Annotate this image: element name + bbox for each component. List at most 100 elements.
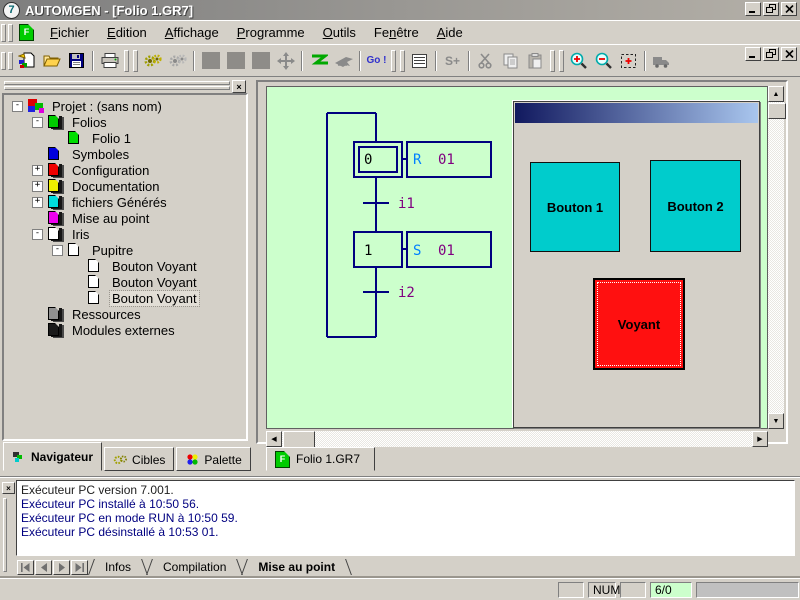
tree-item-modules-externes-14[interactable]: Modules externes: [4, 322, 246, 338]
menu-programme[interactable]: Programme: [228, 23, 314, 42]
grafcet-canvas[interactable]: 0 R01 i1 1 S01 i2 Bouton 1 Bouton 2 Voya…: [266, 86, 768, 429]
compile-button[interactable]: [140, 49, 165, 73]
transition-1-label: i1: [398, 196, 415, 212]
tree-item-label: Symboles: [70, 147, 131, 162]
scroll-down-button[interactable]: ▼: [768, 413, 784, 429]
console-tab-mise-au-point[interactable]: Mise au point: [242, 559, 351, 575]
zoom-in-button[interactable]: [566, 49, 591, 73]
console-drag-handle[interactable]: [3, 498, 11, 570]
status-6-0: 6/0: [650, 582, 692, 598]
menu-affichage[interactable]: Affichage: [156, 23, 228, 42]
tree-item-label: Mise au point: [70, 211, 151, 226]
document-icon: [88, 259, 105, 273]
tree-expander[interactable]: +: [32, 197, 43, 208]
cut-button[interactable]: [473, 49, 498, 73]
square-gray-icon: [202, 52, 220, 69]
pause-button[interactable]: [223, 49, 248, 73]
tree-item-projet-sans-nom-0[interactable]: -Projet : (sans nom): [4, 98, 246, 114]
vertical-scrollbar[interactable]: ▲ ▼: [768, 86, 784, 429]
menu-aide[interactable]: Aide: [428, 23, 472, 42]
step-1-box: [354, 232, 402, 267]
tree-item-bouton-voyant-11[interactable]: Bouton Voyant: [4, 274, 246, 290]
tree-item-fichiers-g-n-r-s-6[interactable]: +fichiers Générés: [4, 194, 246, 210]
list-button[interactable]: [407, 49, 432, 73]
tree-expander[interactable]: -: [32, 117, 43, 128]
restore-button[interactable]: [763, 2, 779, 16]
action-0-operand: 01: [438, 152, 455, 168]
zoom-out-button[interactable]: [591, 49, 616, 73]
console-tab-infos[interactable]: Infos: [89, 559, 147, 575]
open-button[interactable]: [39, 49, 64, 73]
tree-item-folios-1[interactable]: -Folios: [4, 114, 246, 130]
first-icon: [20, 563, 31, 572]
tree-item-folio-1-2[interactable]: Folio 1: [4, 130, 246, 146]
paste-button[interactable]: [523, 49, 548, 73]
tree-item-symboles-3[interactable]: Symboles: [4, 146, 246, 162]
zoom-selection-button[interactable]: [616, 49, 641, 73]
doc-new-icon: [18, 52, 36, 69]
tree-expander[interactable]: +: [32, 165, 43, 176]
menu-outils[interactable]: Outils: [314, 23, 365, 42]
tree-expander[interactable]: -: [12, 101, 23, 112]
new-button[interactable]: [14, 49, 39, 73]
tab-palette[interactable]: Palette: [176, 447, 250, 471]
tree-item-configuration-4[interactable]: +Configuration: [4, 162, 246, 178]
bouton-1-button[interactable]: Bouton 1: [530, 162, 620, 252]
vertical-scroll-thumb[interactable]: [768, 103, 786, 119]
menu-edition[interactable]: Edition: [98, 23, 156, 42]
status-cell-0: [558, 582, 584, 598]
title-bar[interactable]: 7 AUTOMGEN - [Folio 1.GR7]: [0, 0, 800, 20]
console-tab-compilation[interactable]: Compilation: [147, 559, 242, 575]
tab-navigateur[interactable]: Navigateur: [3, 442, 102, 471]
compile-all-button[interactable]: [165, 49, 190, 73]
arrows-gray-icon: [277, 52, 295, 70]
menu-fen-tre[interactable]: Fenêtre: [365, 23, 428, 42]
panel-close-button[interactable]: ×: [232, 80, 246, 93]
panel-drag-handle[interactable]: [4, 81, 230, 89]
tree-item-label: Ressources: [70, 307, 143, 322]
console-first-button[interactable]: [17, 560, 34, 575]
tree-expander[interactable]: +: [32, 181, 43, 192]
voyant-button[interactable]: Voyant: [593, 278, 685, 370]
bouton-2-button[interactable]: Bouton 2: [650, 160, 741, 252]
action-0-verb: R: [413, 152, 422, 168]
console-next-button[interactable]: [53, 560, 70, 575]
tree-item-bouton-voyant-10[interactable]: Bouton Voyant: [4, 258, 246, 274]
console-last-button[interactable]: [71, 560, 88, 575]
print-button[interactable]: [97, 49, 122, 73]
menu-fichier[interactable]: Fichier: [41, 23, 98, 42]
folio-document-tab[interactable]: F Folio 1.GR7: [266, 447, 375, 471]
tree-item-documentation-5[interactable]: +Documentation: [4, 178, 246, 194]
toolbar-grip: [391, 50, 396, 72]
tree-item-mise-au-point-7[interactable]: Mise au point: [4, 210, 246, 226]
tab-cibles[interactable]: Cibles: [104, 447, 174, 471]
tree-item-ressources-13[interactable]: Ressources: [4, 306, 246, 322]
tree-item-iris-8[interactable]: -Iris: [4, 226, 246, 242]
symbols-button[interactable]: S+: [440, 49, 465, 73]
scroll-up-button[interactable]: ▲: [768, 86, 784, 102]
scroll-left-button[interactable]: ◀: [266, 431, 282, 447]
go-button[interactable]: Go !: [364, 49, 389, 73]
tree-item-pupitre-9[interactable]: -Pupitre: [4, 242, 246, 258]
list-icon: [412, 54, 427, 68]
copy-button[interactable]: [498, 49, 523, 73]
tree-expander[interactable]: -: [52, 245, 63, 256]
init-button[interactable]: [273, 49, 298, 73]
transfer-button[interactable]: [331, 49, 356, 73]
save-button[interactable]: [64, 49, 89, 73]
console-close-button[interactable]: ×: [2, 482, 15, 494]
document-icon: [48, 323, 65, 337]
tree-expander[interactable]: -: [32, 229, 43, 240]
minimize-button[interactable]: [745, 2, 761, 16]
close-button[interactable]: [781, 2, 797, 16]
console-previous-button[interactable]: [35, 560, 52, 575]
horizontal-scrollbar[interactable]: ◀ ▶: [266, 431, 768, 447]
action-1-operand: 01: [438, 243, 455, 259]
tree-item-bouton-voyant-12[interactable]: Bouton Voyant: [4, 290, 246, 306]
toolbar: Go ! S+: [0, 44, 800, 77]
stop-button[interactable]: [198, 49, 223, 73]
run-button[interactable]: [306, 49, 331, 73]
scroll-right-button[interactable]: ▶: [752, 431, 768, 447]
step-button[interactable]: [248, 49, 273, 73]
truck-button[interactable]: [649, 49, 674, 73]
